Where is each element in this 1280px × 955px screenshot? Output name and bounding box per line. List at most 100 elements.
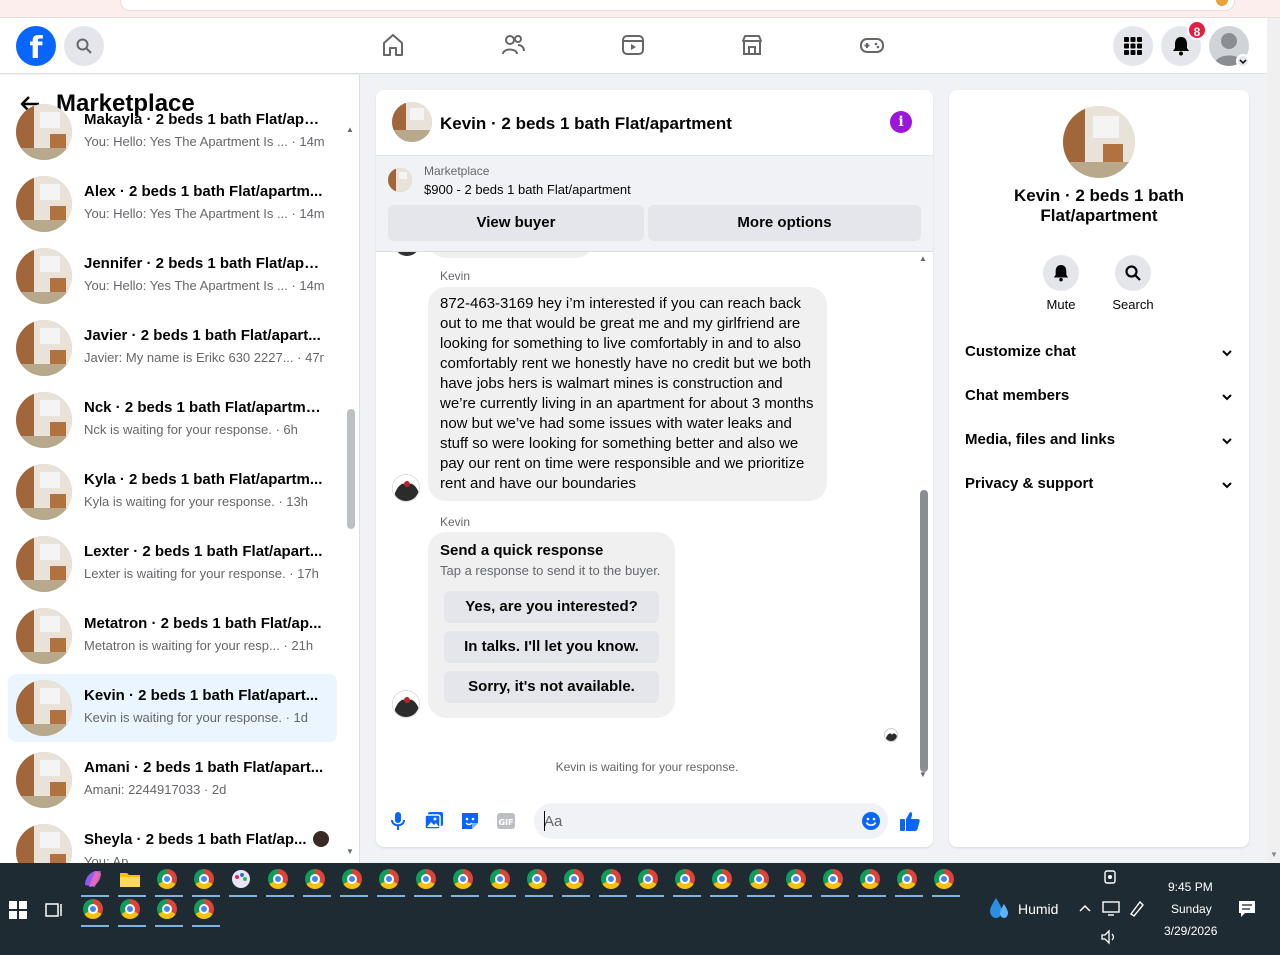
taskbar-chrome-window[interactable] [895, 867, 923, 897]
sidebar-scroll-thumb[interactable] [347, 409, 355, 529]
weather-label[interactable]: Humid [1018, 901, 1058, 917]
notifications-button[interactable]: 8 [1161, 20, 1207, 66]
home-tab[interactable] [378, 30, 408, 60]
conversation-item[interactable]: Amani · 2 beds 1 bath Flat/apart... Amani… [8, 746, 337, 814]
menu-button[interactable] [1113, 26, 1153, 66]
conversation-item[interactable]: Alex · 2 beds 1 bath Flat/apartm... You: … [8, 170, 337, 238]
sticker-button[interactable] [458, 809, 482, 833]
page-scrollbar[interactable]: ▼ [1267, 18, 1280, 863]
address-bar[interactable] [120, 0, 1235, 11]
conversation-name: Alex · 2 beds 1 bath Flat/apartm... [84, 183, 323, 200]
attach-photo-button[interactable] [422, 809, 446, 833]
video-tab[interactable] [618, 30, 648, 60]
taskbar-chrome-window[interactable] [377, 867, 405, 897]
gaming-tab[interactable] [857, 30, 887, 60]
conversation-item[interactable]: Nck · 2 beds 1 bath Flat/apartme... Nck i… [8, 386, 337, 454]
taskbar-chrome-window[interactable] [155, 867, 183, 897]
taskbar-chrome-window[interactable] [784, 867, 812, 897]
taskbar-chrome-window[interactable] [562, 867, 590, 897]
taskbar-chrome-window[interactable] [155, 897, 183, 927]
listing-price-title[interactable]: $900 - 2 beds 1 bath Flat/apartment [424, 182, 631, 197]
message-bubble[interactable]: 872-463-3169 hey i’m interested if you c… [428, 287, 827, 501]
clock-date[interactable]: 3/29/2026 [1164, 924, 1217, 938]
customize-chat-section[interactable]: Customize chat [965, 343, 1233, 367]
sender-avatar[interactable] [392, 474, 420, 502]
network-icon[interactable] [1102, 900, 1120, 916]
chevron-up-icon[interactable] [1079, 903, 1091, 913]
quick-response-yes-button[interactable]: Yes, are you interested? [444, 591, 659, 623]
conversation-item[interactable]: Metatron · 2 beds 1 bath Flat/ap... Metat… [8, 602, 337, 670]
folder-icon [120, 873, 140, 887]
taskbar-chrome-window[interactable] [488, 867, 516, 897]
task-view-icon[interactable] [45, 901, 63, 919]
message-input[interactable] [534, 803, 888, 839]
taskbar-app[interactable] [118, 867, 146, 897]
info-button[interactable]: i [890, 111, 912, 133]
taskbar-chrome-window[interactable] [525, 867, 553, 897]
running-indicator [377, 895, 405, 897]
taskbar-chrome-window[interactable] [266, 867, 294, 897]
sidebar-scrollbar[interactable]: ▲ ▼ [345, 125, 355, 856]
taskbar-chrome-window[interactable] [710, 867, 738, 897]
notification-center-icon[interactable] [1238, 900, 1256, 918]
mute-action[interactable]: Mute [1031, 255, 1091, 312]
chat-avatar[interactable] [392, 102, 432, 142]
conversation-item[interactable]: Makayla · 2 beds 1 bath Flat/apa... You: … [8, 98, 337, 166]
voice-clip-button[interactable] [386, 809, 410, 833]
taskbar-chrome-window[interactable] [118, 897, 146, 927]
emoji-button[interactable] [859, 809, 883, 833]
conversation-item[interactable]: Lexter · 2 beds 1 bath Flat/apart... Lext… [8, 530, 337, 598]
more-options-button[interactable]: More options [648, 205, 921, 241]
conversation-item[interactable]: Kyla · 2 beds 1 bath Flat/apartm... Kyla … [8, 458, 337, 526]
conversation-item[interactable]: Kevin · 2 beds 1 bath Flat/apart... Kevin… [8, 674, 337, 742]
gif-button[interactable]: GIF [494, 809, 518, 833]
taskbar-chrome-window[interactable] [599, 867, 627, 897]
clock-day[interactable]: Sunday [1171, 902, 1212, 916]
weather-drop-icon[interactable] [988, 896, 1012, 922]
marketplace-tab[interactable] [737, 30, 767, 60]
chat-scrollbar[interactable]: ▲ ▼ [918, 254, 930, 782]
quick-response-not-available-button[interactable]: Sorry, it's not available. [444, 671, 659, 703]
pen-icon[interactable] [1128, 899, 1146, 917]
windows-start-icon[interactable] [9, 901, 27, 919]
search-button[interactable] [64, 26, 104, 66]
volume-icon[interactable] [1100, 929, 1118, 945]
taskbar-chrome-window[interactable] [858, 867, 886, 897]
chat-title[interactable]: Kevin · 2 beds 1 bath Flat/apartment [440, 114, 732, 134]
conversation-item[interactable]: Jennifer · 2 beds 1 bath Flat/apa... You:… [8, 242, 337, 310]
friends-tab[interactable] [498, 30, 528, 60]
clock-time[interactable]: 9:45 PM [1168, 880, 1213, 894]
taskbar-chrome-window[interactable] [821, 867, 849, 897]
facebook-logo[interactable]: f [16, 26, 56, 66]
taskbar-chrome-window[interactable] [932, 867, 960, 897]
listing-thumbnail[interactable] [388, 168, 412, 192]
like-button[interactable] [898, 809, 922, 833]
chat-scroll-thumb[interactable] [920, 490, 928, 772]
search-action[interactable]: Search [1103, 255, 1163, 312]
profile-avatar[interactable] [1063, 106, 1135, 178]
taskbar-chrome-window[interactable] [747, 867, 775, 897]
taskbar-chrome-window[interactable] [340, 867, 368, 897]
taskbar-app[interactable] [81, 867, 109, 897]
taskbar-chrome-window[interactable] [673, 867, 701, 897]
taskbar-chrome-window[interactable] [451, 867, 479, 897]
taskbar-chrome-window[interactable] [303, 867, 331, 897]
taskbar-chrome-window[interactable] [414, 867, 442, 897]
taskbar-chrome-window[interactable] [636, 867, 664, 897]
account-chevron[interactable] [1236, 54, 1250, 68]
meet-now-icon[interactable] [1102, 869, 1118, 885]
conversation-item[interactable]: Sheyla · 2 beds 1 bath Flat/ap... You: Ap… [8, 818, 337, 863]
taskbar-chrome-window[interactable] [192, 897, 220, 927]
privacy-support-section[interactable]: Privacy & support [965, 475, 1233, 499]
taskbar-app[interactable] [229, 867, 257, 897]
taskbar-chrome-window[interactable] [192, 867, 220, 897]
home-icon [383, 34, 403, 56]
taskbar-chrome-window[interactable] [81, 897, 109, 927]
view-buyer-button[interactable]: View buyer [388, 205, 644, 241]
media-files-links-section[interactable]: Media, files and links [965, 431, 1233, 455]
conversation-item[interactable]: Javier · 2 beds 1 bath Flat/apart... Javi… [8, 314, 337, 382]
sender-avatar[interactable] [392, 690, 420, 718]
quick-response-in-talks-button[interactable]: In talks. I'll let you know. [444, 631, 659, 663]
chat-members-section[interactable]: Chat members [965, 387, 1233, 411]
info-icon: i [898, 114, 904, 130]
